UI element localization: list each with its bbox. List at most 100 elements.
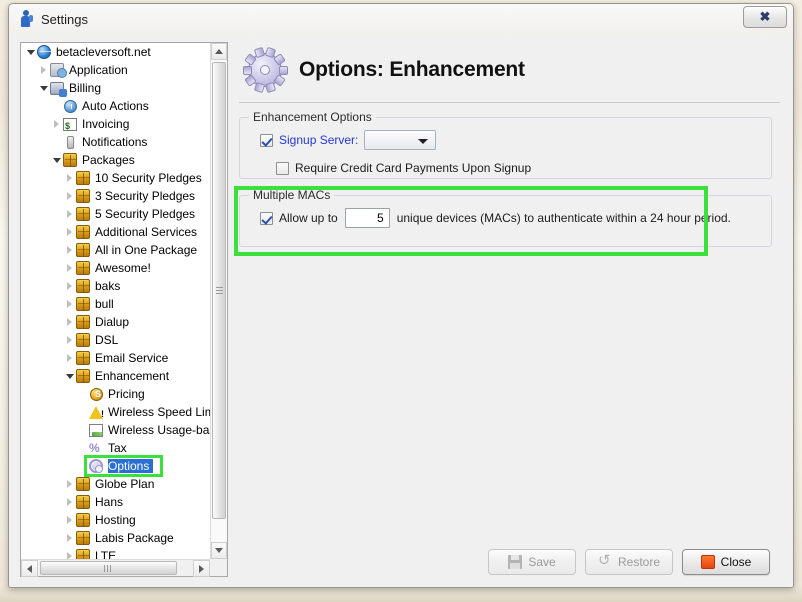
- expand-arrow-icon[interactable]: [64, 529, 75, 547]
- expand-arrow-icon[interactable]: [64, 169, 75, 187]
- scroll-right-button[interactable]: [193, 560, 210, 577]
- tree-item-label: Awesome!: [95, 261, 151, 275]
- bell-icon: [62, 134, 79, 150]
- tree-item-bull[interactable]: bull: [21, 295, 210, 313]
- tree-item-wireless-speed-limits[interactable]: Wireless Speed Limits: [21, 403, 210, 421]
- tree-item-dialup[interactable]: Dialup: [21, 313, 210, 331]
- expand-arrow-icon[interactable]: [64, 511, 75, 529]
- expand-arrow-icon[interactable]: [64, 493, 75, 511]
- mac-count-input[interactable]: 5: [344, 208, 390, 228]
- require-credit-card-checkbox[interactable]: [276, 161, 289, 175]
- package-icon: [75, 494, 92, 510]
- tree-item-email-service[interactable]: Email Service: [21, 349, 210, 367]
- tree-item-additional-services[interactable]: Additional Services: [21, 223, 210, 241]
- grip-icon: [104, 564, 113, 572]
- tree-item-tax[interactable]: Tax: [21, 439, 210, 457]
- tree-item-label: 3 Security Pledges: [95, 189, 196, 203]
- expand-arrow-icon[interactable]: [64, 331, 75, 349]
- chevron-right-icon: [67, 174, 72, 182]
- percent-icon: [88, 440, 105, 456]
- scroll-up-button[interactable]: [211, 43, 227, 60]
- collapse-arrow-icon[interactable]: [64, 367, 75, 385]
- tree-item-label: LTE: [95, 549, 117, 559]
- tree-item-pricing[interactable]: Pricing: [21, 385, 210, 403]
- tree-item-label: Options: [108, 459, 154, 473]
- expand-arrow-icon[interactable]: [51, 115, 62, 133]
- tree-item-application[interactable]: Application: [21, 61, 210, 79]
- vscroll-thumb[interactable]: [212, 62, 226, 519]
- tree-item-auto-actions[interactable]: Auto Actions: [21, 97, 210, 115]
- hscroll-thumb[interactable]: [40, 561, 177, 575]
- tree-item-awesome[interactable]: Awesome!: [21, 259, 210, 277]
- tree-item-betacleversoft-net[interactable]: betacleversoft.net: [21, 43, 210, 61]
- tree-item-10-security-pledges[interactable]: 10 Security Pledges: [21, 169, 210, 187]
- mac-count-value: 5: [377, 211, 384, 225]
- chevron-up-icon: [215, 49, 223, 54]
- expand-arrow-icon[interactable]: [38, 61, 49, 79]
- tree-item-dsl[interactable]: DSL: [21, 331, 210, 349]
- tree-item-billing[interactable]: Billing: [21, 79, 210, 97]
- tree-item-5-security-pledges[interactable]: 5 Security Pledges: [21, 205, 210, 223]
- save-button[interactable]: Save: [488, 549, 576, 575]
- tree-item-label: bull: [95, 297, 114, 311]
- chevron-down-icon: [215, 548, 223, 553]
- billing-icon: [49, 80, 67, 97]
- allow-macs-checkbox[interactable]: [260, 211, 273, 225]
- expand-arrow-icon[interactable]: [64, 187, 75, 205]
- package-icon: [75, 188, 92, 204]
- person-icon: [19, 10, 33, 28]
- close-button[interactable]: Close: [682, 549, 770, 575]
- tree-item-lte[interactable]: LTE: [21, 547, 210, 559]
- expand-arrow-icon[interactable]: [64, 241, 75, 259]
- expand-arrow-icon[interactable]: [64, 259, 75, 277]
- window-close-button[interactable]: ✖: [743, 6, 787, 28]
- tree-item-enhancement[interactable]: Enhancement: [21, 367, 210, 385]
- expand-arrow-icon[interactable]: [64, 475, 75, 493]
- scroll-down-button[interactable]: [211, 542, 227, 559]
- tree-item-labis-package[interactable]: Labis Package: [21, 529, 210, 547]
- tree-item-hans[interactable]: Hans: [21, 493, 210, 511]
- collapse-arrow-icon[interactable]: [38, 79, 49, 97]
- expand-arrow-icon[interactable]: [64, 295, 75, 313]
- tree-item-3-security-pledges[interactable]: 3 Security Pledges: [21, 187, 210, 205]
- collapse-arrow-icon[interactable]: [51, 151, 62, 169]
- tree-item-notifications[interactable]: Notifications: [21, 133, 210, 151]
- tree-item-invoicing[interactable]: Invoicing: [21, 115, 210, 133]
- chevron-down-icon: [26, 49, 35, 55]
- expand-arrow-icon[interactable]: [64, 313, 75, 331]
- tree-item-hosting[interactable]: Hosting: [21, 511, 210, 529]
- settings-tree-panel[interactable]: betacleversoft.net Application Billing Auto…: [20, 42, 228, 577]
- package-icon: [75, 296, 92, 312]
- signup-server-checkbox[interactable]: [260, 133, 273, 147]
- expand-arrow-icon[interactable]: [64, 349, 75, 367]
- tree-item-packages[interactable]: Packages: [21, 151, 210, 169]
- allow-macs-row: Allow up to 5 unique devices (MACs) to a…: [260, 208, 761, 228]
- collapse-arrow-icon[interactable]: [25, 43, 36, 61]
- gear-tooth: [278, 65, 288, 75]
- tree-horizontal-scrollbar[interactable]: [21, 559, 210, 577]
- tree-item-label: Pricing: [108, 387, 145, 401]
- tree-vertical-scrollbar[interactable]: [210, 43, 227, 559]
- package-icon: [75, 350, 92, 366]
- chevron-right-icon: [199, 564, 204, 573]
- expand-arrow-icon[interactable]: [64, 277, 75, 295]
- tree-item-globe-plan[interactable]: Globe Plan: [21, 475, 210, 493]
- chevron-right-icon: [67, 552, 72, 559]
- scroll-left-button[interactable]: [21, 560, 38, 577]
- vscroll-track[interactable]: [211, 60, 227, 542]
- settings-tree[interactable]: betacleversoft.net Application Billing Auto…: [21, 43, 210, 559]
- tree-item-options[interactable]: Options: [21, 457, 210, 475]
- signup-server-dropdown[interactable]: [364, 130, 437, 150]
- signup-server-row: Signup Server:: [260, 130, 761, 150]
- tree-item-all-in-one-package[interactable]: All in One Package: [21, 241, 210, 259]
- settings-window: Settings ✖ betacleversoft.net Application…: [8, 3, 794, 588]
- tree-item-baks[interactable]: baks: [21, 277, 210, 295]
- tree-item-label: Additional Services: [95, 225, 198, 239]
- close-icon: [700, 555, 715, 569]
- expand-arrow-icon[interactable]: [64, 223, 75, 241]
- expand-arrow-icon[interactable]: [64, 205, 75, 223]
- tree-item-wireless-usage-based[interactable]: Wireless Usage-based: [21, 421, 210, 439]
- restore-button[interactable]: Restore: [585, 549, 673, 575]
- expand-arrow-icon[interactable]: [64, 547, 75, 559]
